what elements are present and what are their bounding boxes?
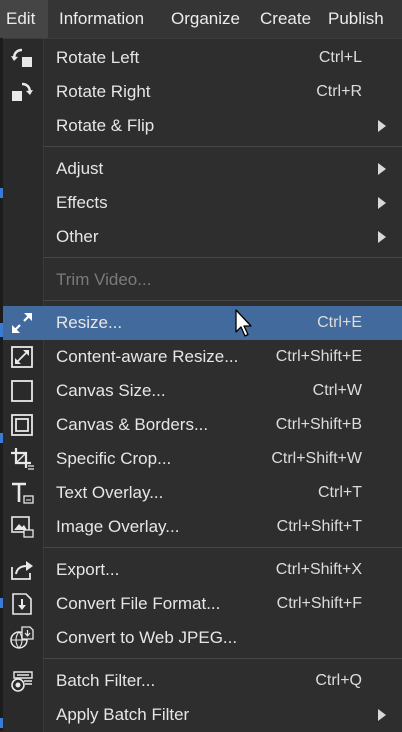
menu-information[interactable]: Information	[53, 0, 150, 38]
shortcut-label: Ctrl+Shift+T	[276, 518, 362, 535]
content-aware-resize-icon	[9, 344, 35, 370]
menu-organize-label: Organize	[171, 9, 240, 28]
menu-item-export[interactable]: Export... Ctrl+Shift+X	[3, 553, 402, 587]
menu-item-convert-web-jpeg[interactable]: Convert to Web JPEG...	[3, 621, 402, 655]
menu-item-rotate-flip[interactable]: Rotate & Flip	[3, 109, 402, 143]
menu-item-label: Rotate Right	[56, 82, 151, 101]
submenu-arrow-icon	[378, 197, 386, 209]
menu-item-specific-crop[interactable]: Specific Crop... Ctrl+Shift+W	[3, 442, 402, 476]
menu-item-adjust[interactable]: Adjust	[3, 152, 402, 186]
mouse-cursor-icon	[234, 309, 254, 339]
menu-item-label: Trim Video...	[56, 270, 152, 289]
rotate-left-icon	[9, 45, 35, 71]
shortcut-label: Ctrl+Shift+E	[275, 348, 362, 365]
menu-item-label: Adjust	[56, 159, 104, 178]
web-jpeg-icon	[9, 625, 35, 651]
menu-item-label: Rotate & Flip	[56, 116, 155, 135]
shortcut-label: Ctrl+T	[318, 484, 362, 501]
canvas-size-icon	[9, 378, 35, 404]
menu-information-label: Information	[59, 9, 145, 28]
submenu-arrow-icon	[378, 231, 386, 243]
menu-item-canvas-borders[interactable]: Canvas & Borders... Ctrl+Shift+B	[3, 408, 402, 442]
menu-item-label: Effects	[56, 193, 108, 212]
submenu-arrow-icon	[378, 709, 386, 721]
menu-item-label: Resize...	[56, 313, 123, 332]
menu-item-canvas-size[interactable]: Canvas Size... Ctrl+W	[3, 374, 402, 408]
menu-item-label: Batch Filter...	[56, 671, 156, 690]
shortcut-label: Ctrl+Shift+B	[275, 416, 362, 433]
menu-item-image-overlay[interactable]: Image Overlay... Ctrl+Shift+T	[3, 510, 402, 544]
menu-separator	[44, 257, 402, 258]
menu-publish[interactable]: Publish	[322, 0, 390, 38]
shortcut-label: Ctrl+Shift+W	[271, 450, 362, 467]
menu-item-convert-file-format[interactable]: Convert File Format... Ctrl+Shift+F	[3, 587, 402, 621]
export-icon	[9, 557, 35, 583]
menu-edit-label: Edit	[6, 9, 36, 28]
menu-item-label: Content-aware Resize...	[56, 347, 239, 366]
menu-create[interactable]: Create	[254, 0, 317, 38]
menu-item-label: Specific Crop...	[56, 449, 172, 468]
menu-item-label: Canvas Size...	[56, 381, 166, 400]
canvas-borders-icon	[9, 412, 35, 438]
text-overlay-icon	[9, 480, 35, 506]
edit-dropdown-menu: Rotate Left Ctrl+L Rotate Right Ctrl+R R…	[3, 38, 402, 732]
submenu-arrow-icon	[378, 163, 386, 175]
menu-item-label: Canvas & Borders...	[56, 415, 209, 434]
menu-create-label: Create	[260, 9, 312, 28]
convert-format-icon	[9, 591, 35, 617]
submenu-arrow-icon	[378, 120, 386, 132]
menu-separator	[44, 547, 402, 548]
menu-item-label: Rotate Left	[56, 48, 140, 67]
batch-filter-icon	[9, 668, 35, 694]
menu-item-effects[interactable]: Effects	[3, 186, 402, 220]
shortcut-label: Ctrl+Q	[315, 672, 362, 689]
menu-separator	[44, 658, 402, 659]
image-overlay-icon	[9, 514, 35, 540]
shortcut-label: Ctrl+E	[317, 314, 362, 331]
menu-item-label: Image Overlay...	[56, 517, 180, 536]
menu-item-batch-filter[interactable]: Batch Filter... Ctrl+Q	[3, 664, 402, 698]
shortcut-label: Ctrl+R	[316, 83, 362, 100]
rotate-right-icon	[9, 79, 35, 105]
menu-item-label: Text Overlay...	[56, 483, 164, 502]
menu-bar: Edit Information Organize Create Publish	[0, 0, 402, 38]
menu-item-rotate-left[interactable]: Rotate Left Ctrl+L	[3, 41, 402, 75]
crop-icon	[9, 446, 35, 472]
menu-separator	[44, 300, 402, 301]
menu-item-label: Convert File Format...	[56, 594, 221, 613]
menu-item-resize[interactable]: Resize... Ctrl+E	[3, 306, 402, 340]
menu-organize[interactable]: Organize	[165, 0, 246, 38]
menu-item-apply-batch-filter[interactable]: Apply Batch Filter	[3, 698, 402, 732]
menu-item-other[interactable]: Other	[3, 220, 402, 254]
menu-item-content-aware-resize[interactable]: Content-aware Resize... Ctrl+Shift+E	[3, 340, 402, 374]
menu-item-text-overlay[interactable]: Text Overlay... Ctrl+T	[3, 476, 402, 510]
menu-publish-label: Publish	[328, 9, 384, 28]
menu-edit[interactable]: Edit	[0, 0, 48, 38]
menu-item-label: Apply Batch Filter	[56, 705, 190, 724]
shortcut-label: Ctrl+Shift+X	[275, 561, 362, 578]
menu-item-label: Export...	[56, 560, 120, 579]
menu-item-trim-video: Trim Video...	[3, 263, 402, 297]
shortcut-label: Ctrl+Shift+F	[276, 595, 362, 612]
menu-item-label: Other	[56, 227, 99, 246]
menu-item-rotate-right[interactable]: Rotate Right Ctrl+R	[3, 75, 402, 109]
menu-separator	[44, 146, 402, 147]
menu-item-label: Convert to Web JPEG...	[56, 628, 238, 647]
shortcut-label: Ctrl+W	[312, 382, 362, 399]
resize-icon	[9, 310, 35, 336]
shortcut-label: Ctrl+L	[318, 49, 362, 66]
